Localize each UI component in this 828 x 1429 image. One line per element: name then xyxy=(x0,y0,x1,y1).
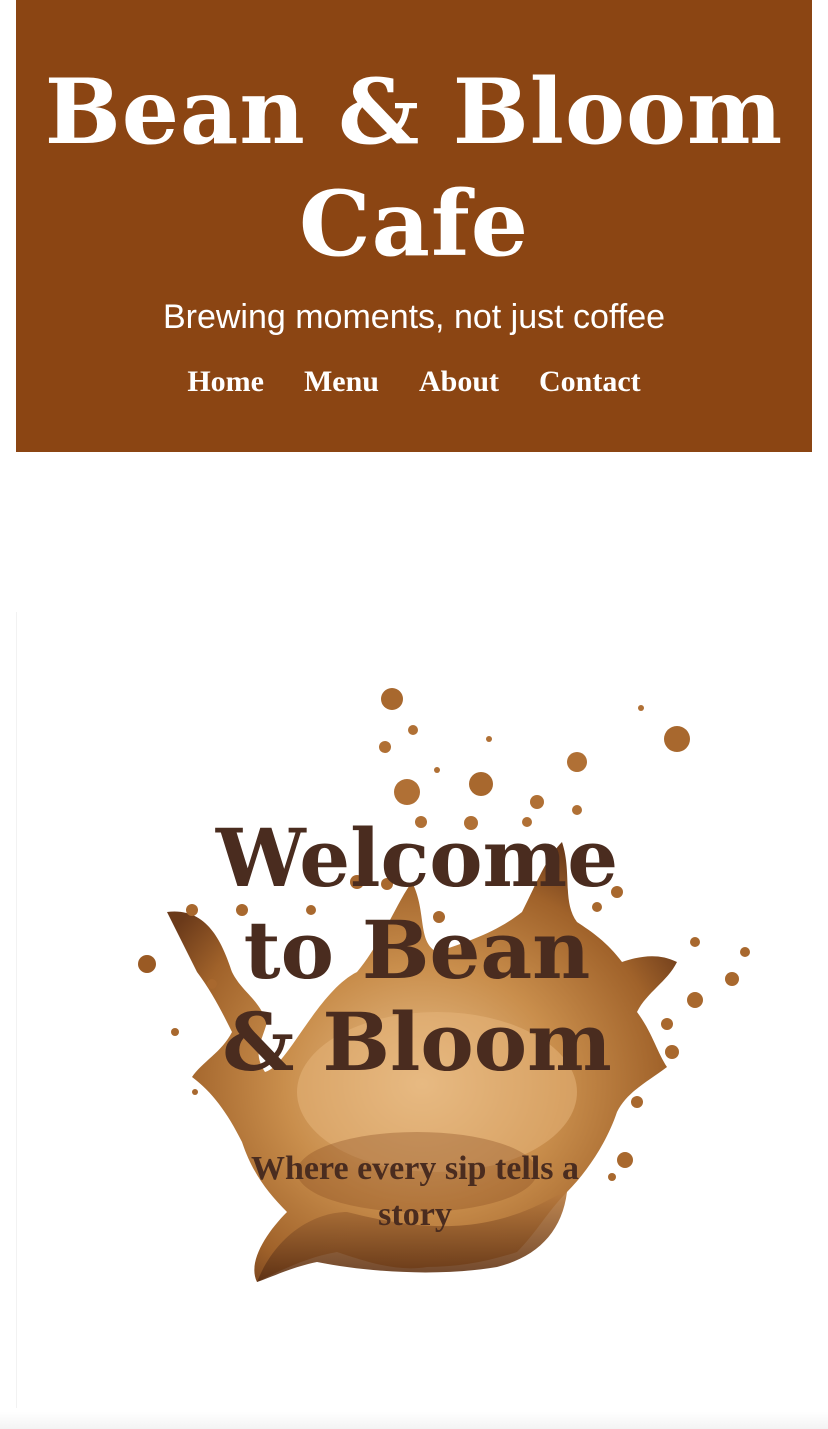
nav-link-about[interactable]: About xyxy=(419,364,499,400)
main-nav: Home Menu About Contact xyxy=(16,364,812,400)
page-bottom-edge xyxy=(0,1412,828,1429)
page: Bean & Bloom Cafe Brewing moments, not j… xyxy=(0,0,828,1429)
site-header: Bean & Bloom Cafe Brewing moments, not j… xyxy=(16,0,812,452)
hero-subtitle: Where every sip tells a story xyxy=(251,1150,579,1233)
nav-link-home[interactable]: Home xyxy=(187,364,264,400)
site-title: Bean & Bloom Cafe xyxy=(44,59,784,277)
nav-link-menu[interactable]: Menu xyxy=(304,364,379,400)
nav-link-contact[interactable]: Contact xyxy=(539,364,641,400)
hero-section: Welcome to Bean & Bloom Where every sip … xyxy=(16,612,813,1408)
site-tagline: Brewing moments, not just coffee xyxy=(162,298,666,336)
hero-title: Welcome to Bean & Bloom xyxy=(215,811,619,1089)
